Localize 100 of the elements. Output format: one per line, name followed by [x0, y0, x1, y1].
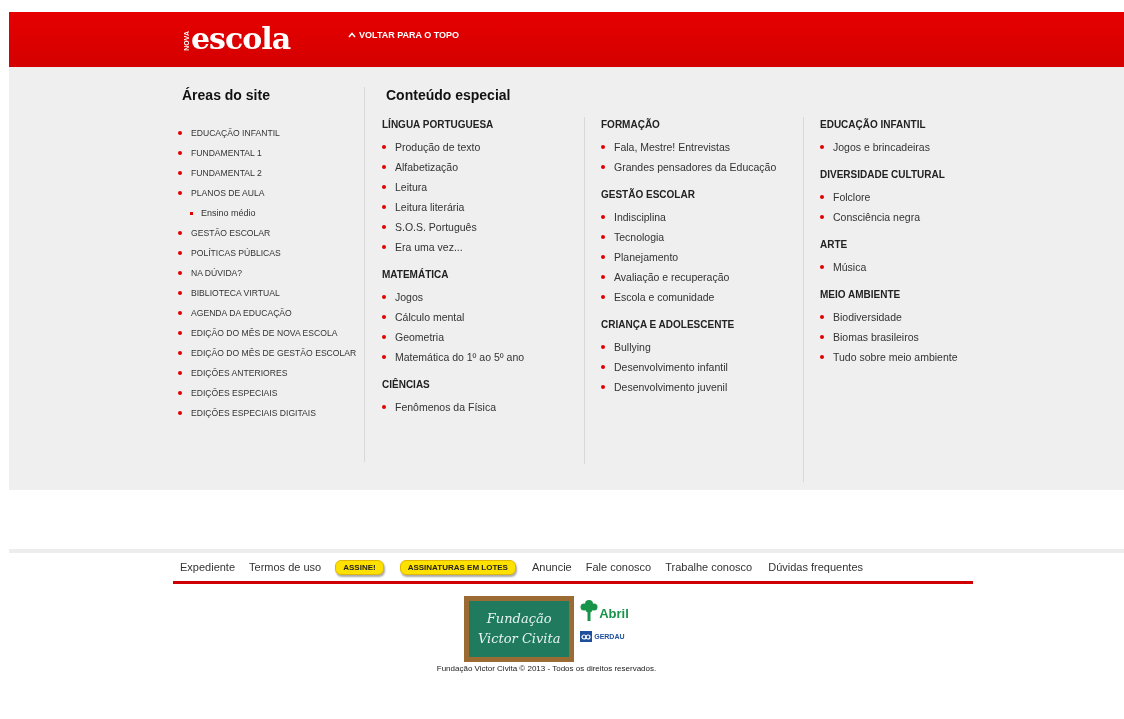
bullet-icon: [382, 355, 386, 359]
topic-link[interactable]: Música: [833, 261, 867, 273]
topic-link[interactable]: Produção de texto: [395, 141, 481, 153]
bullet-icon: [382, 145, 386, 149]
bullet-icon: [601, 385, 605, 389]
bullet-icon: [178, 131, 182, 135]
bullet-icon: [601, 345, 605, 349]
topic-link[interactable]: Biodiversidade: [833, 311, 902, 323]
area-link[interactable]: EDIÇÕES ESPECIAIS DIGITAIS: [191, 408, 316, 418]
bullet-icon: [382, 315, 386, 319]
bullet-icon: [820, 145, 824, 149]
bullet-icon: [820, 195, 824, 199]
topic-link[interactable]: Desenvolvimento juvenil: [614, 381, 728, 393]
footer-link[interactable]: Dúvidas frequentes: [768, 561, 863, 573]
area-link[interactable]: PLANOS DE AULA: [191, 188, 265, 198]
topic-link[interactable]: Indisciplina: [614, 211, 666, 223]
topic-link[interactable]: Biomas brasileiros: [833, 331, 919, 343]
back-to-top-link[interactable]: VOLTAR PARA O TOPO: [348, 30, 460, 40]
area-link[interactable]: BIBLIOTECA VIRTUAL: [191, 288, 280, 298]
topic-link[interactable]: Escola e comunidade: [614, 291, 715, 303]
topic-link[interactable]: S.O.S. Português: [395, 221, 477, 233]
bullet-icon: [601, 215, 605, 219]
topic-link[interactable]: Tudo sobre meio ambiente: [833, 351, 958, 363]
category-heading: MATEMÁTICA: [382, 267, 450, 282]
area-link[interactable]: EDIÇÕES ESPECIAIS: [191, 388, 278, 398]
topic-link[interactable]: Jogos: [395, 291, 424, 303]
bullet-icon: [601, 235, 605, 239]
bullet-icon: [820, 355, 824, 359]
area-link[interactable]: FUNDAMENTAL 1: [191, 148, 262, 158]
topic-link[interactable]: Matemática do 1º ao 5º ano: [395, 351, 525, 363]
bullet-icon: [601, 165, 605, 169]
topic-link[interactable]: Avaliação e recuperação: [614, 271, 730, 283]
bullet-icon: [601, 255, 605, 259]
topic-link[interactable]: Cálculo mental: [395, 311, 465, 323]
area-link[interactable]: GESTÃO ESCOLAR: [191, 228, 271, 238]
subscribe-button[interactable]: ASSINATURAS EM LOTES: [399, 559, 516, 575]
category-heading: ARTE: [820, 238, 849, 252]
topic-link[interactable]: Era uma vez...: [395, 241, 463, 253]
tree-icon: [580, 599, 599, 621]
topic-link[interactable]: Planejamento: [614, 251, 679, 263]
bullet-icon: [178, 351, 182, 355]
category-heading: DIVERSIDADE CULTURAL: [820, 168, 946, 182]
category-heading: CIÊNCIAS: [382, 377, 431, 392]
area-link[interactable]: Ensino médio: [201, 208, 256, 218]
area-link[interactable]: EDIÇÃO DO MÊS DE GESTÃO ESCOLAR: [191, 348, 357, 358]
category-heading: MEIO AMBIENTE: [820, 288, 902, 302]
topic-link[interactable]: Grandes pensadores da Educação: [614, 161, 777, 173]
bullet-icon: [178, 191, 182, 195]
bullet-icon: [382, 185, 386, 189]
bullet-icon: [190, 211, 193, 215]
category-heading: GESTÃO ESCOLAR: [601, 187, 696, 202]
bullet-icon: [178, 251, 182, 255]
topic-link[interactable]: Fala, Mestre! Entrevistas: [614, 141, 731, 153]
gerdau-mark-icon: [580, 631, 593, 642]
category-heading: EDUCAÇÃO INFANTIL: [820, 117, 927, 132]
bullet-icon: [178, 291, 182, 295]
topic-link[interactable]: Jogos e brincadeiras: [833, 141, 930, 153]
topic-link[interactable]: Fenômenos da Física: [395, 401, 496, 413]
category-heading: CRIANÇA E ADOLESCENTE: [601, 318, 736, 332]
area-link[interactable]: NA DÚVIDA?: [191, 268, 243, 278]
bullet-icon: [820, 215, 824, 219]
category-heading: FORMAÇÃO: [601, 117, 661, 132]
topic-link[interactable]: Leitura: [395, 181, 428, 193]
area-link[interactable]: POLÍTICAS PÚBLICAS: [191, 248, 281, 258]
topic-link[interactable]: Desenvolvimento infantil: [614, 361, 728, 373]
footer-link[interactable]: Termos de uso: [249, 561, 322, 573]
bullet-icon: [178, 271, 182, 275]
abril-logo[interactable]: Abril: [599, 606, 629, 621]
chevron-up-icon: [348, 32, 357, 38]
topic-link[interactable]: Alfabetização: [395, 161, 459, 173]
footer-link[interactable]: Fale conosco: [585, 561, 652, 573]
bullet-icon: [601, 275, 605, 279]
bullet-icon: [382, 245, 386, 249]
topic-link[interactable]: Geometria: [395, 331, 445, 343]
section-title: Áreas do site: [182, 87, 271, 103]
bullet-icon: [382, 225, 386, 229]
topic-link[interactable]: Bullying: [614, 341, 651, 353]
bullet-icon: [601, 145, 605, 149]
footer-link[interactable]: Trabalhe conosco: [665, 561, 753, 573]
topic-link[interactable]: Consciência negra: [833, 211, 920, 223]
bullet-icon: [178, 331, 182, 335]
topic-link[interactable]: Tecnologia: [614, 231, 665, 243]
area-link[interactable]: FUNDAMENTAL 2: [191, 168, 262, 178]
bullet-icon: [382, 205, 386, 209]
area-link[interactable]: AGENDA DA EDUCAÇÃO: [191, 308, 292, 318]
area-link[interactable]: EDUCAÇÃO INFANTIL: [191, 128, 280, 138]
section-title: Conteúdo especial: [386, 87, 512, 103]
bullet-icon: [382, 165, 386, 169]
chalkboard-logo[interactable]: Fundação Victor Civita: [464, 596, 575, 662]
topic-link[interactable]: Leitura literária: [395, 201, 465, 213]
bullet-icon: [601, 295, 605, 299]
subscribe-button[interactable]: ASSINE!: [335, 559, 384, 575]
topic-link[interactable]: Folclore: [833, 191, 871, 203]
area-link[interactable]: EDIÇÕES ANTERIORES: [191, 368, 288, 378]
bullet-icon: [382, 335, 386, 339]
footer-link[interactable]: Expediente: [180, 561, 236, 573]
footer-link[interactable]: Anuncie: [531, 561, 572, 573]
area-link[interactable]: EDIÇÃO DO MÊS DE NOVA ESCOLA: [191, 328, 338, 338]
bullet-icon: [178, 171, 182, 175]
bullet-icon: [178, 151, 182, 155]
